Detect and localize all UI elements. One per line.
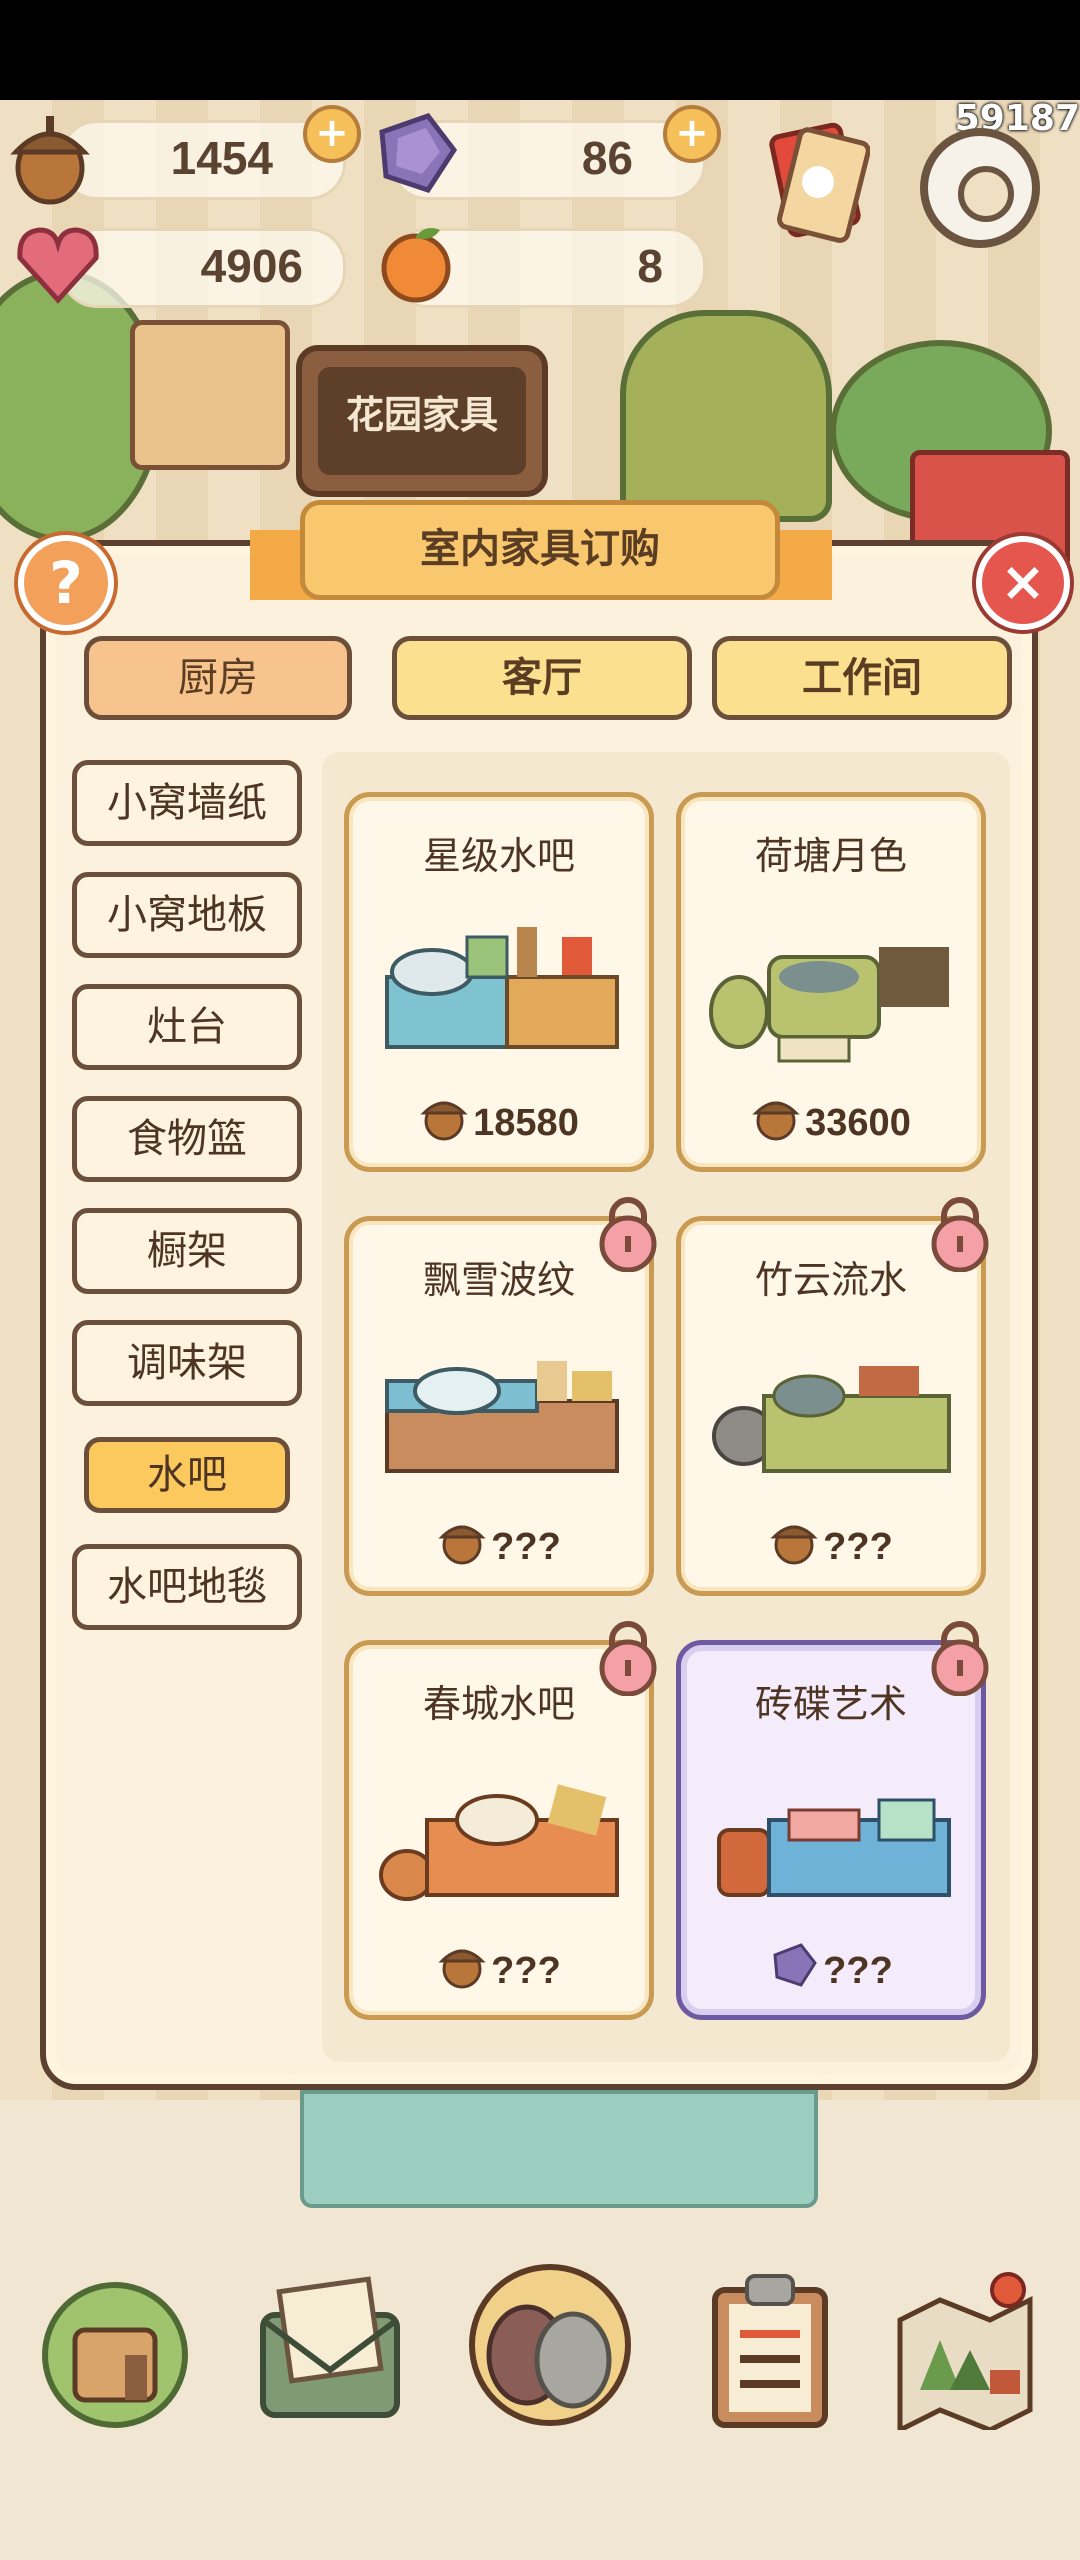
status-bar <box>0 0 1080 100</box>
acorn-icon <box>438 1949 486 1989</box>
item-name: 星级水吧 <box>422 834 575 878</box>
close-button[interactable]: × <box>976 536 1070 630</box>
dialog-title-ribbon: 室内家具订购 <box>300 500 780 600</box>
heart-gem-icon <box>17 227 99 304</box>
clipboard-icon[interactable] <box>685 2260 855 2430</box>
menu-wallpaper[interactable]: 小窝墙纸 <box>72 760 302 846</box>
rug-decor <box>300 2090 818 2208</box>
menu-spice-rack[interactable]: 调味架 <box>72 1320 302 1406</box>
item-price: ??? <box>681 1513 981 1569</box>
tab-workshop[interactable]: 工作间 <box>712 636 1012 720</box>
shop-item-card[interactable]: 飘雪波纹 ??? <box>344 1216 654 1596</box>
shop-item-card[interactable]: 春城水吧 ??? <box>344 1640 654 2020</box>
item-price-value: ??? <box>491 1950 561 1992</box>
paw-badge-icon[interactable] <box>465 2260 635 2430</box>
dialog-title: 室内家具订购 <box>420 526 660 572</box>
shop-item-card[interactable]: 星级水吧 18580 <box>344 792 654 1172</box>
plant-icon <box>620 310 832 522</box>
add-gem-button[interactable]: + <box>663 105 721 163</box>
home-icon[interactable] <box>30 2260 200 2430</box>
shop-item-card[interactable]: 竹云流水 ??? <box>676 1216 986 1596</box>
lock-icon <box>599 1197 657 1272</box>
acorn-icon <box>770 1525 818 1565</box>
menu-stove[interactable]: 灶台 <box>72 984 302 1070</box>
acorn-counter: 1454 + <box>60 105 361 200</box>
add-acorn-button[interactable]: + <box>303 105 361 163</box>
tab-living-room[interactable]: 客厅 <box>392 636 692 720</box>
water-bar-image <box>709 947 949 1063</box>
gem-icon <box>773 1943 818 1987</box>
tab-kitchen[interactable]: 厨房 <box>84 636 352 720</box>
mail-icon[interactable] <box>245 2260 415 2430</box>
item-price: 33600 <box>681 1089 981 1145</box>
water-bar-image <box>712 1366 951 1473</box>
item-price: ??? <box>349 1937 649 1993</box>
water-bar-image <box>379 1784 619 1901</box>
card-pack-icon[interactable] <box>760 120 870 250</box>
settings-gear-icon[interactable] <box>920 128 1040 248</box>
menu-cabinet[interactable]: 橱架 <box>72 1208 302 1294</box>
acorn-icon <box>420 1101 468 1141</box>
shop-item-card[interactable]: 荷塘月色 33600 <box>676 792 986 1172</box>
water-bar-image <box>385 927 619 1049</box>
orange-value: 8 <box>637 240 663 292</box>
menu-food-basket[interactable]: 食物篮 <box>72 1096 302 1182</box>
lock-icon <box>931 1621 989 1696</box>
item-price-value: 18580 <box>473 1102 579 1144</box>
gem-value: 86 <box>581 132 633 184</box>
acorn-icon <box>438 1525 486 1565</box>
orange-icon <box>381 228 451 303</box>
help-button[interactable]: ? <box>18 535 114 631</box>
item-price-value: ??? <box>823 1950 893 1992</box>
item-price: 18580 <box>349 1089 649 1145</box>
lock-icon <box>599 1621 657 1696</box>
heart-gem-value: 4906 <box>200 240 303 292</box>
birdhouse-icon <box>130 320 290 470</box>
lock-icon <box>931 1197 989 1272</box>
menu-water-bar-rug[interactable]: 水吧地毯 <box>72 1544 302 1630</box>
shop-item-card-special[interactable]: 砖碟艺术 ??? <box>676 1640 986 2020</box>
map-icon[interactable] <box>880 2260 1050 2430</box>
item-name: 荷塘月色 <box>754 834 907 878</box>
menu-floor[interactable]: 小窝地板 <box>72 872 302 958</box>
water-bar-image <box>385 1361 619 1473</box>
sign-label: 花园家具 <box>318 367 526 475</box>
item-price: ??? <box>681 1941 981 1993</box>
menu-water-bar[interactable]: 水吧 <box>84 1437 290 1513</box>
item-price-value: ??? <box>823 1526 893 1568</box>
item-price-value: 33600 <box>805 1102 911 1144</box>
garden-furniture-sign[interactable]: 花园家具 <box>296 345 548 497</box>
item-price-value: ??? <box>491 1526 561 1568</box>
item-price: ??? <box>349 1513 649 1569</box>
acorn-icon <box>752 1101 800 1141</box>
water-bar-image <box>717 1798 951 1897</box>
acorn-icon <box>10 116 90 205</box>
acorn-value: 1454 <box>170 132 273 184</box>
gem-icon <box>379 113 458 193</box>
